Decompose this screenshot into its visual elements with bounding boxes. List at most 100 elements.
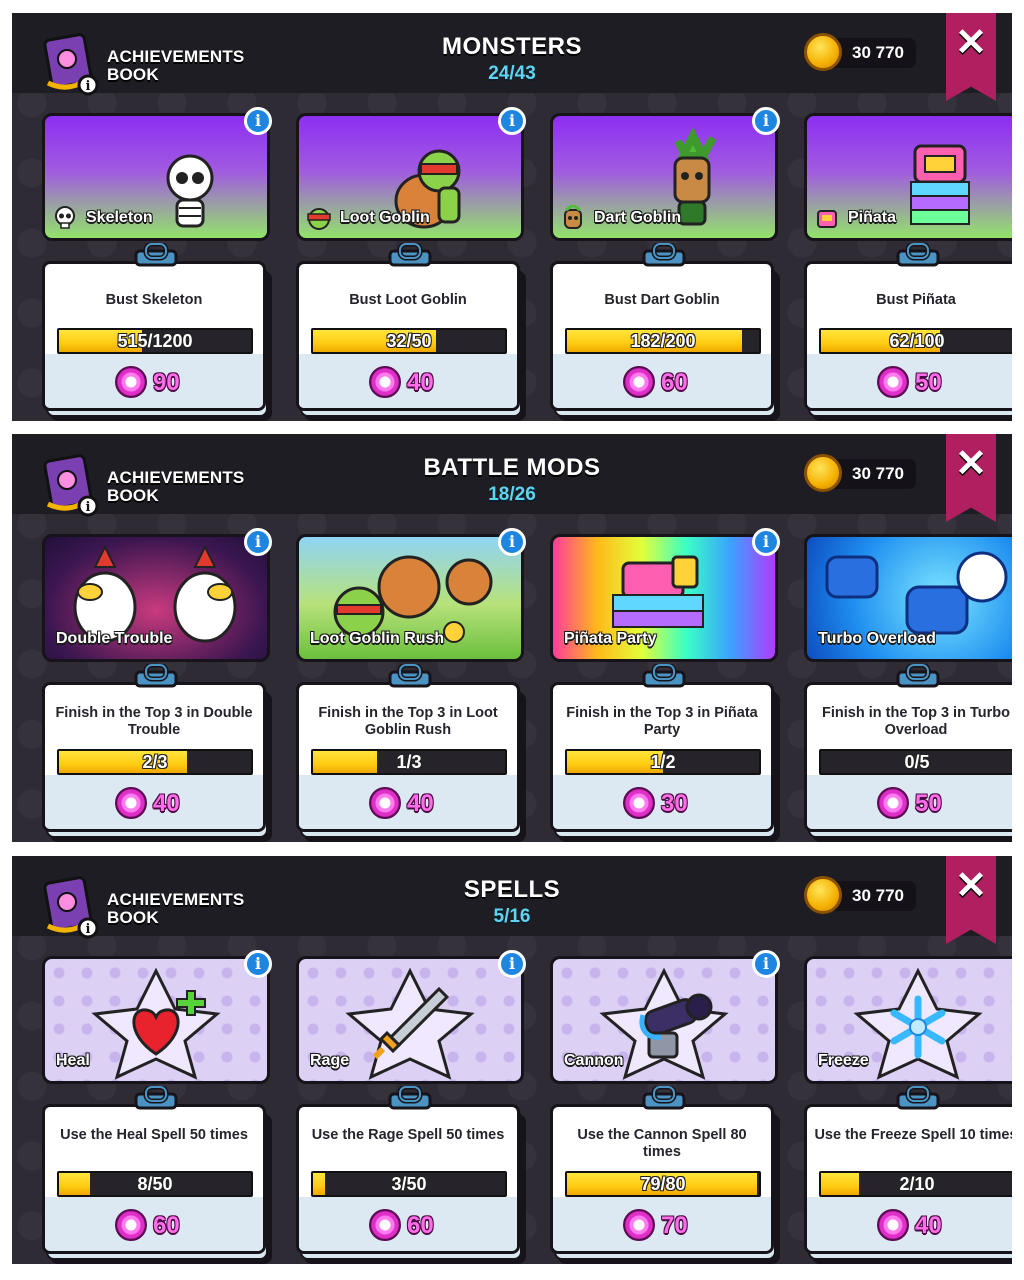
task-sheet: Finish in the Top 3 in Turbo Overload 0/… (804, 682, 1012, 832)
task-description: Use the Heal Spell 50 times (60, 1127, 248, 1143)
task-sheet: Use the Cannon Spell 80 times 79/80 70 (550, 1104, 774, 1254)
gold-coin-icon (804, 876, 842, 914)
info-button[interactable]: i (244, 107, 272, 135)
achievements-book-icon[interactable]: i (40, 27, 104, 97)
achievements-book-icon[interactable]: i (40, 870, 104, 940)
info-button[interactable]: i (498, 107, 526, 135)
achievement-card[interactable]: Heal i Use the Heal Spell 50 times 8/50 … (42, 950, 272, 1264)
clip-icon (388, 664, 432, 688)
reward-amount: 60 (153, 1212, 180, 1239)
info-button[interactable]: i (498, 528, 526, 556)
close-x-icon: ✕ (955, 443, 987, 485)
achievement-card[interactable]: Piñata Party i Finish in the Top 3 in Pi… (550, 528, 780, 842)
card-name: Freeze (818, 1052, 869, 1069)
achievement-card[interactable]: Rage i Use the Rage Spell 50 times 3/50 … (296, 950, 526, 1264)
achievements-book-label: ACHIEVEMENTS BOOK (107, 469, 244, 505)
close-button[interactable]: ✕ (946, 856, 996, 944)
task-sheet: Bust Skeleton 515/1200 90 (42, 261, 266, 411)
close-x-icon: ✕ (955, 22, 987, 64)
reward-amount: 40 (915, 1212, 942, 1239)
task-description: Finish in the Top 3 in Piñata Party (566, 705, 758, 738)
achievement-card[interactable]: Loot Goblin i Bust Loot Goblin 32/50 40 (296, 107, 526, 421)
task-sheet: Use the Heal Spell 50 times 8/50 60 (42, 1104, 266, 1254)
achievements-book-label: ACHIEVEMENTS BOOK (107, 48, 244, 84)
task-sheet: Bust Loot Goblin 32/50 40 (296, 261, 520, 411)
skull-icon (55, 206, 75, 229)
task-description: Bust Skeleton (105, 292, 203, 308)
clip-icon (134, 1086, 178, 1110)
info-button[interactable]: i (244, 528, 272, 556)
reward-amount: 40 (407, 790, 434, 817)
task-description: Finish in the Top 3 in Turbo Overload (822, 705, 1010, 738)
gold-coin-icon (804, 454, 842, 492)
goblin-icon (564, 205, 582, 229)
card-name: Turbo Overload (818, 630, 936, 647)
task-description: Finish in the Top 3 in Double Trouble (55, 705, 253, 738)
gem-reward-icon (877, 787, 909, 819)
card-name: Skeleton (86, 209, 153, 226)
achievement-card[interactable]: Cannon i Use the Cannon Spell 80 times 7… (550, 950, 780, 1264)
task-sheet: Finish in the Top 3 in Loot Goblin Rush … (296, 682, 520, 832)
gem-reward-icon (369, 366, 401, 398)
card-name: Loot Goblin (340, 209, 430, 226)
info-button[interactable]: i (752, 107, 780, 135)
progress-text: 62/100 (889, 331, 945, 351)
achievements-book-icon[interactable]: i (40, 448, 104, 518)
reward: 50 (877, 366, 967, 400)
reward: 40 (877, 1209, 967, 1243)
svg-text:i: i (86, 500, 91, 515)
panel-header: i ACHIEVEMENTS BOOK MONSTERS 24/43 30 77… (12, 13, 1012, 101)
gem-reward-icon (623, 1209, 655, 1241)
achievement-card[interactable]: Dart Goblin i Bust Dart Goblin 182/200 6… (550, 107, 780, 421)
task-description: Use the Cannon Spell 80 times (577, 1127, 747, 1160)
info-button[interactable]: i (752, 950, 780, 978)
achievement-card[interactable]: Turbo Overload Finish in the Top 3 in Tu… (804, 534, 1012, 842)
gem-reward-icon (623, 787, 655, 819)
info-button[interactable]: i (498, 950, 526, 978)
close-button[interactable]: ✕ (946, 13, 996, 101)
close-button[interactable]: ✕ (946, 434, 996, 522)
book-label-line2: BOOK (107, 486, 159, 505)
achievement-card[interactable]: Freeze Use the Freeze Spell 10 times 2/1… (804, 956, 1012, 1264)
progress-text: 32/50 (386, 331, 432, 351)
reward: 40 (115, 787, 205, 821)
coin-balance: 30 770 (804, 876, 916, 914)
task-sheet: Use the Freeze Spell 10 times 2/10 40 (804, 1104, 1012, 1254)
clip-icon (896, 243, 940, 267)
book-label-line2: BOOK (107, 908, 159, 927)
achievement-card[interactable]: Double Trouble i Finish in the Top 3 in … (42, 528, 272, 842)
reward-amount: 50 (915, 369, 942, 396)
achievement-card[interactable]: Loot Goblin Rush i Finish in the Top 3 i… (296, 528, 526, 842)
card-name: Loot Goblin Rush (310, 630, 445, 647)
info-button[interactable]: i (752, 528, 780, 556)
svg-text:i: i (86, 79, 91, 94)
collection-progress: 5/16 (493, 906, 531, 927)
reward: 40 (369, 787, 459, 821)
progress-bar: 2/10 (819, 1171, 1012, 1197)
page-title: MONSTERS (441, 33, 582, 60)
progress-text: 3/50 (391, 1174, 427, 1194)
reward-amount: 40 (153, 790, 180, 817)
reward: 30 (623, 787, 713, 821)
reward: 50 (877, 787, 967, 821)
info-button[interactable]: i (244, 950, 272, 978)
achievement-card[interactable]: Skeleton i Bust Skeleton 515/1200 90 (42, 107, 272, 421)
task-description: Use the Rage Spell 50 times (311, 1127, 505, 1143)
achievements-book-label: ACHIEVEMENTS BOOK (107, 891, 244, 927)
goblin-icon (307, 208, 331, 230)
achievements-panel-monsters: i ACHIEVEMENTS BOOK MONSTERS 24/43 30 77… (12, 13, 1012, 421)
clip-icon (642, 664, 686, 688)
panel-header: i ACHIEVEMENTS BOOK SPELLS 5/16 30 770 ✕ (12, 856, 1012, 944)
collection-progress: 24/43 (488, 63, 536, 84)
page-title: BATTLE MODS (423, 454, 601, 481)
task-description: Bust Piñata (876, 292, 956, 308)
gem-reward-icon (115, 787, 147, 819)
clip-icon (388, 243, 432, 267)
task-sheet: Bust Dart Goblin 182/200 60 (550, 261, 774, 411)
reward-amount: 90 (153, 369, 180, 396)
achievement-card[interactable]: Piñata Bust Piñata 62/100 50 (804, 113, 1012, 421)
page-title: SPELLS (463, 876, 561, 903)
progress-bar: 182/200 (565, 328, 761, 354)
book-label-line1: ACHIEVEMENTS (107, 890, 245, 909)
progress-bar: 1/3 (311, 749, 507, 775)
